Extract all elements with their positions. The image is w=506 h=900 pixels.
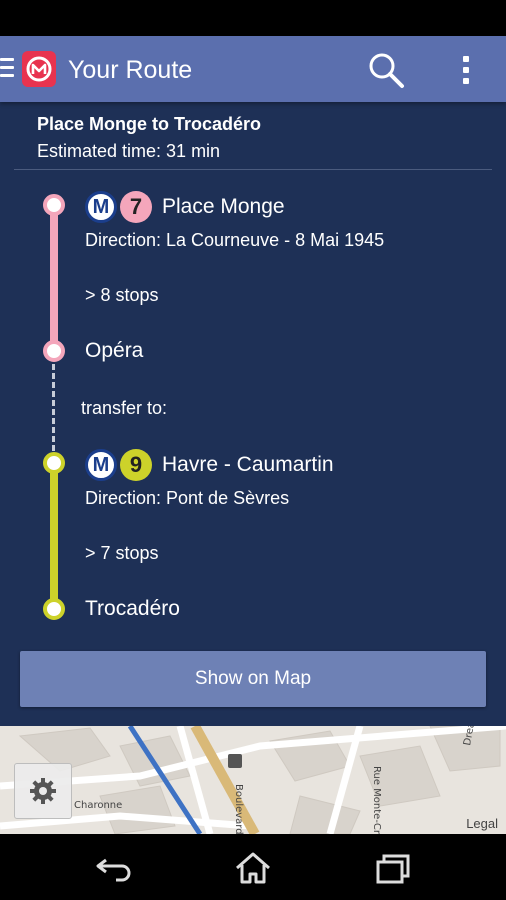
transfer-label: transfer to:: [81, 398, 168, 418]
route-timeline: M 7 Place Monge Direction: La Courneuve …: [0, 102, 506, 726]
back-icon[interactable]: [92, 848, 136, 888]
metro-logo-icon: [22, 51, 56, 87]
stop-dot-opera: [43, 340, 65, 362]
line-7-segment: [50, 205, 58, 352]
start-station-havre-caumartin: Havre - Caumartin: [162, 453, 334, 476]
end-station-opera: Opéra: [85, 339, 144, 362]
route-panel: Place Monge to Trocadéro Estimated time:…: [0, 102, 506, 726]
transfer-dashed-line: [52, 364, 55, 460]
stops-count-line-7[interactable]: > 8 stops: [85, 285, 159, 306]
metro-badge-icon: M: [85, 191, 117, 223]
direction-line-9: Direction: Pont de Sèvres: [85, 488, 290, 508]
navigation-bar: [0, 834, 506, 900]
line-7-badge: 7: [120, 191, 152, 223]
map-tiles: Charonne Boulevard Rue Monte-Cris Drea: [0, 726, 506, 834]
stops-count-line-9[interactable]: > 7 stops: [85, 543, 159, 564]
status-bar: [0, 0, 506, 36]
stop-dot-place-monge: [43, 194, 65, 216]
home-icon[interactable]: [231, 848, 275, 888]
line-9-badge: 9: [120, 449, 152, 481]
map-view[interactable]: Charonne Boulevard Rue Monte-Cris Drea L…: [0, 726, 506, 834]
map-street-label: Boulevard: [233, 784, 244, 834]
map-street-label: Rue Monte-Cris: [371, 766, 382, 834]
gear-icon[interactable]: [14, 763, 72, 819]
end-station-trocadero: Trocadéro: [85, 597, 180, 620]
metro-badge-icon: M: [85, 449, 117, 481]
start-station-place-monge: Place Monge: [162, 195, 285, 218]
search-icon[interactable]: [366, 50, 406, 90]
direction-line-7: Direction: La Courneuve - 8 Mai 1945: [85, 230, 385, 250]
stop-dot-trocadero: [43, 598, 65, 620]
overflow-menu-icon[interactable]: [452, 50, 480, 90]
map-street-label: Charonne: [74, 800, 122, 811]
stop-dot-havre-caumartin: [43, 452, 65, 474]
app-title: Your Route: [68, 56, 193, 84]
show-on-map-button[interactable]: Show on Map: [20, 651, 486, 707]
app-bar: Your Route: [0, 36, 506, 102]
line-9-segment: [50, 463, 58, 610]
legal-link[interactable]: Legal: [466, 816, 498, 831]
hamburger-menu-icon[interactable]: [0, 58, 16, 80]
recent-apps-icon[interactable]: [372, 848, 416, 888]
